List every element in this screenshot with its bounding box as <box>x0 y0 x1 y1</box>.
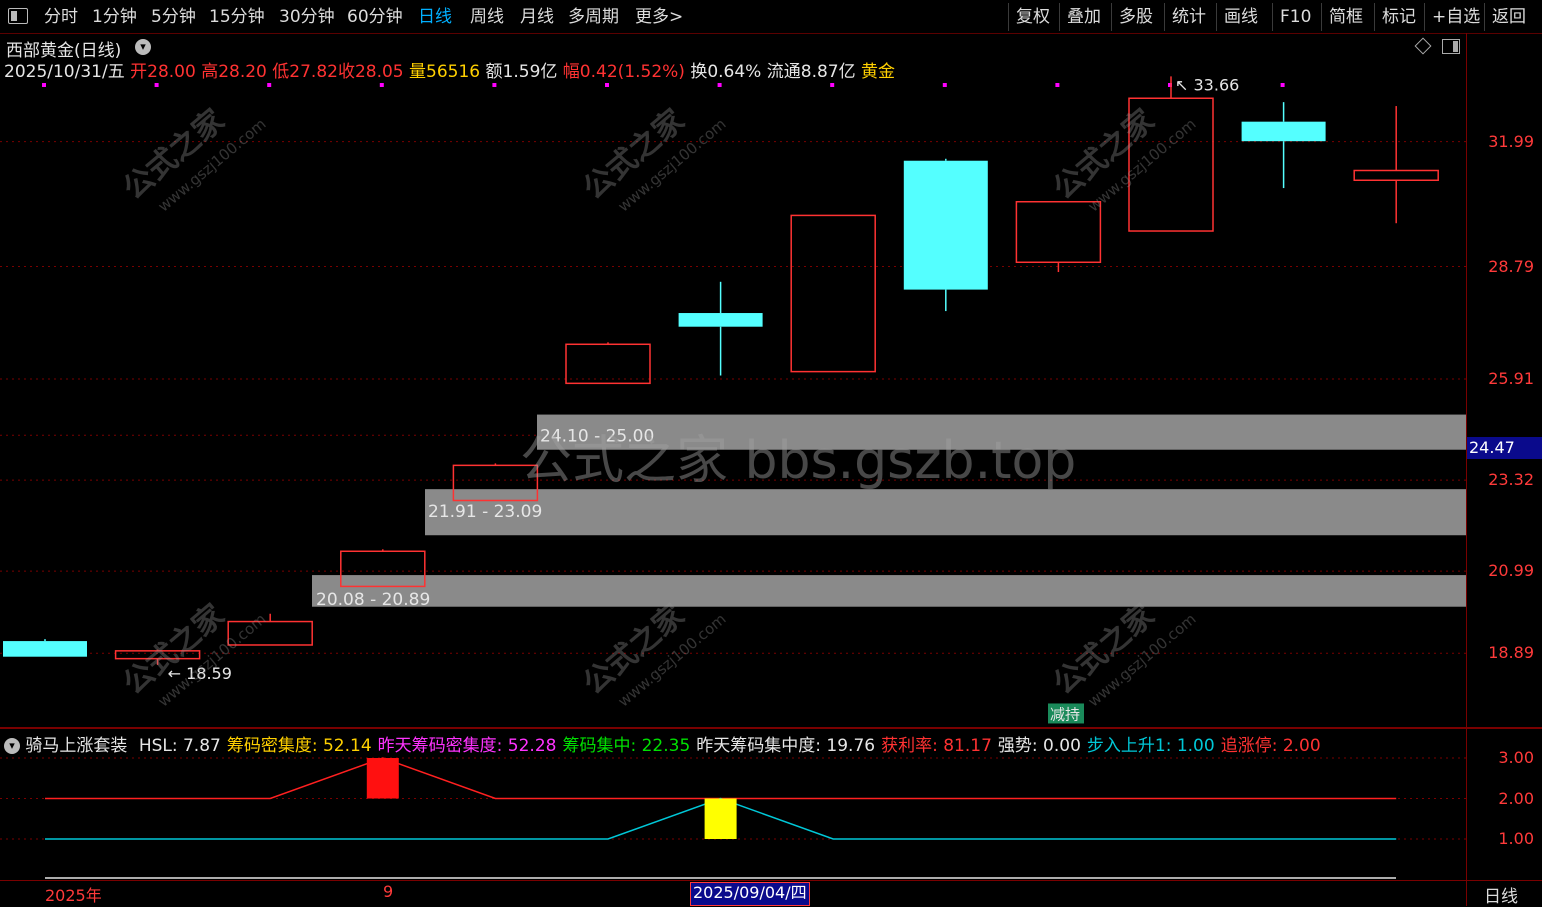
toolbar-5-button[interactable]: F10 <box>1280 4 1311 30</box>
toolbar-8-button[interactable]: +自选 <box>1432 4 1480 30</box>
marker-dot <box>492 83 497 87</box>
marker-dot <box>830 83 835 87</box>
toolbar-9-button[interactable]: 返回 <box>1492 4 1526 30</box>
candle-body <box>790 214 876 373</box>
toolbar-separator <box>1374 3 1375 31</box>
marker-dot <box>379 83 384 87</box>
signal-badge: 减持 <box>1050 705 1080 723</box>
watermark-stamp: 公式之家www.gszj100.com <box>1047 103 1200 216</box>
indicator-tick: 2.00 <box>1498 788 1534 808</box>
marker-dot <box>154 83 159 87</box>
watermark-stamp: 公式之家www.gszj100.com <box>577 103 730 216</box>
toolbar-separator <box>1111 3 1112 31</box>
marker-dot <box>717 83 722 87</box>
candle-body <box>678 313 763 327</box>
marker-dot <box>1280 83 1285 87</box>
toolbar-separator <box>1164 3 1165 31</box>
price-tick: 31.99 <box>1488 131 1534 151</box>
period-5-button[interactable]: 60分钟 <box>347 4 403 30</box>
marker-dot <box>1055 83 1060 87</box>
price-tick: 23.32 <box>1488 470 1534 490</box>
toolbar-0-button[interactable]: 复权 <box>1016 4 1050 30</box>
period-9-button[interactable]: 多周期 <box>568 4 619 30</box>
panel-toggle-icon[interactable] <box>1442 39 1460 54</box>
current-price-tag: 24.47 <box>1467 437 1542 459</box>
watermark-stamp: 公式之家www.gszj100.com <box>117 103 270 216</box>
toolbar-separator <box>1059 3 1060 31</box>
period-10-button[interactable]: 更多> <box>635 4 683 30</box>
date-month: 9 <box>383 882 394 901</box>
candle-body <box>3 641 87 657</box>
panel-divider <box>0 727 1542 729</box>
high-marker: ↖ 33.66 <box>1175 75 1239 94</box>
period-0-button[interactable]: 分时 <box>44 4 78 30</box>
period-6-button[interactable]: 日线 <box>418 4 452 30</box>
price-axis-divider <box>1466 33 1467 906</box>
candle-body <box>1241 121 1326 142</box>
toolbar-separator <box>1272 3 1273 31</box>
indicator-tick: 3.00 <box>1498 748 1534 767</box>
toolbar-separator <box>1008 3 1009 31</box>
period-label[interactable]: 日线 <box>1484 882 1518 907</box>
toolbar-4-button[interactable]: 画线 <box>1224 4 1258 30</box>
zone-label: 21.91 - 23.09 <box>428 502 542 522</box>
date-axis-divider <box>0 880 1542 881</box>
period-3-button[interactable]: 15分钟 <box>209 4 265 30</box>
toolbar-7-button[interactable]: 标记 <box>1382 4 1416 30</box>
period-8-button[interactable]: 月线 <box>520 4 554 30</box>
toolbar-2-button[interactable]: 多股 <box>1119 4 1153 30</box>
marker-dot <box>267 83 272 87</box>
price-tick: 20.99 <box>1488 561 1534 581</box>
period-7-button[interactable]: 周线 <box>470 4 504 30</box>
toolbar-separator <box>1216 3 1217 31</box>
candle-body <box>1353 169 1439 182</box>
toolbar-6-button[interactable]: 简框 <box>1329 4 1363 30</box>
signal-block-red <box>366 758 399 799</box>
support-zone <box>425 489 1466 536</box>
period-4-button[interactable]: 30分钟 <box>279 4 335 30</box>
cursor-date: 2025/09/04/四 <box>690 882 810 906</box>
toolbar-1-button[interactable]: 叠加 <box>1067 4 1101 30</box>
marker-dot <box>605 83 609 87</box>
toolbar-separator <box>1424 3 1425 31</box>
period-1-button[interactable]: 1分钟 <box>92 4 137 30</box>
period-2-button[interactable]: 5分钟 <box>151 4 196 30</box>
marker-dot <box>942 83 947 87</box>
marker-dot <box>42 83 46 87</box>
indicator-line-red <box>45 757 1397 800</box>
watermark-stamp: 公式之家www.gszj100.com <box>117 598 270 711</box>
candle-body <box>1015 200 1102 264</box>
support-zone <box>312 575 1466 607</box>
dropdown-icon[interactable]: ▾ <box>135 39 151 55</box>
watermark-center: 公式之家 bbs.gszb.top <box>520 431 1077 491</box>
price-tick: 28.79 <box>1488 256 1534 276</box>
indicator-tick: 1.00 <box>1498 829 1534 848</box>
kline-chart[interactable]: 24.10 - 25.0021.91 - 23.0920.08 - 20.89↖… <box>0 67 1466 727</box>
indicator-chart[interactable] <box>0 730 1466 880</box>
toolbar-3-button[interactable]: 统计 <box>1172 4 1206 30</box>
candle-body <box>903 160 988 290</box>
diamond-icon[interactable] <box>1414 37 1432 55</box>
toolbar: 分时 1分钟 5分钟 15分钟 30分钟 60分钟 日线 周线 月线 多周期 更多> 复权 叠加 多股 统计… <box>0 0 1542 34</box>
toolbar-separator <box>1484 3 1485 31</box>
price-tick: 25.91 <box>1488 369 1534 389</box>
price-tick: 18.89 <box>1488 643 1534 663</box>
date-year: 2025年 <box>45 886 102 905</box>
zone-label: 20.08 - 20.89 <box>316 590 430 610</box>
toolbar-separator <box>1321 3 1322 31</box>
signal-block-yellow <box>704 798 737 839</box>
window-icon[interactable] <box>8 8 28 24</box>
candle-body <box>565 343 651 385</box>
